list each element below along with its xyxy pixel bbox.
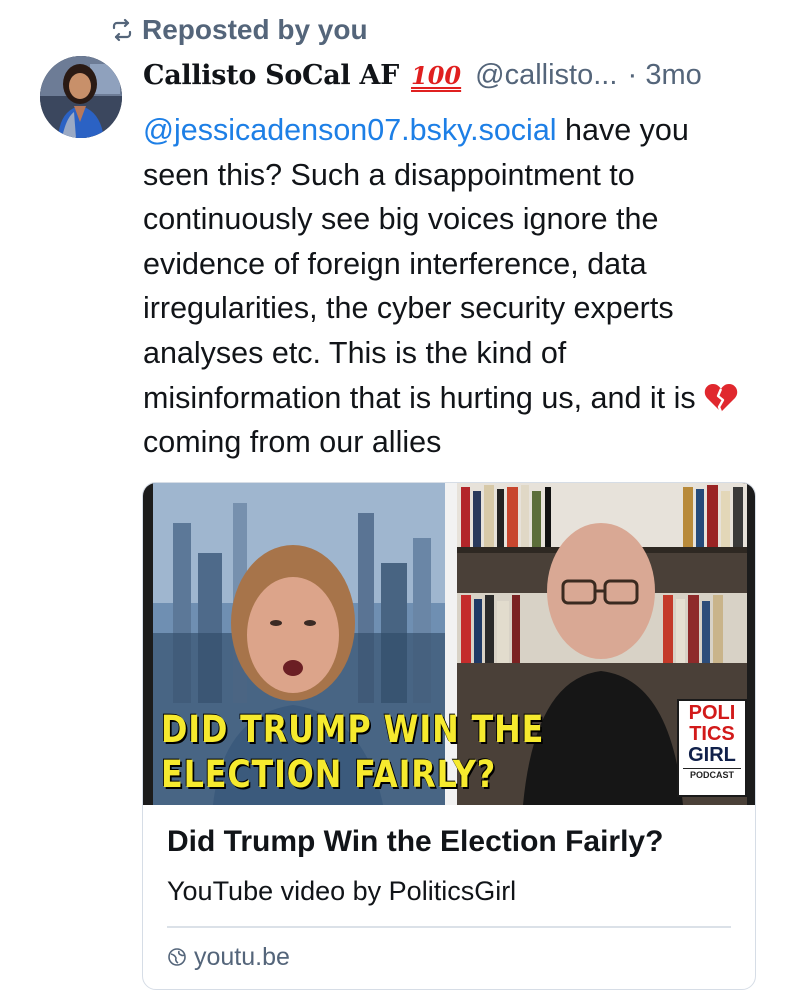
card-description: YouTube video by PoliticsGirl	[167, 876, 517, 906]
logo-text-2: TICS	[689, 723, 735, 745]
post-timestamp[interactable]: 3mo	[645, 59, 701, 92]
author-handle[interactable]: @callisto...	[475, 59, 617, 92]
broken-heart-icon	[704, 383, 737, 413]
hundred-badge-icon: 100	[411, 60, 462, 90]
logo-text-4: PODCAST	[683, 768, 741, 780]
domain-text: youtu.be	[194, 942, 290, 971]
author-line: Callisto SoCal AF 100 @callisto... · 3mo	[143, 52, 702, 98]
post-body-text: have you seen this? Such a disappointmen…	[143, 113, 696, 415]
post-text: @jessicadenson07.bsky.social have you se…	[143, 108, 763, 465]
card-divider	[167, 926, 731, 928]
card-title[interactable]: Did Trump Win the Election Fairly?	[167, 825, 663, 859]
separator-dot: ·	[627, 58, 638, 91]
logo-text-1: POLI	[688, 702, 736, 724]
post-body-text-end: coming from our allies	[143, 425, 442, 460]
thumbnail-headline-line2: ELECTION FAIRLY?	[161, 753, 497, 796]
video-thumbnail[interactable]: DID TRUMP WIN THE ELECTION FAIRLY? POLI …	[143, 483, 755, 805]
logo-text-3: GIRL	[688, 744, 736, 766]
link-preview-card[interactable]: DID TRUMP WIN THE ELECTION FAIRLY? POLI …	[142, 482, 756, 990]
politicsgirl-logo: POLI TICS GIRL PODCAST	[677, 699, 747, 797]
thumbnail-headline-line1: DID TRUMP WIN THE	[161, 708, 545, 751]
avatar[interactable]	[40, 56, 122, 138]
author-name[interactable]: Callisto SoCal AF	[143, 60, 399, 91]
repost-icon	[112, 18, 132, 42]
mention-link[interactable]: @jessicadenson07.bsky.social	[143, 113, 557, 147]
repost-indicator: Reposted by you	[110, 12, 368, 48]
card-domain[interactable]: youtu.be	[167, 939, 290, 975]
globe-icon	[168, 948, 186, 966]
repost-label: Reposted by you	[142, 14, 368, 45]
